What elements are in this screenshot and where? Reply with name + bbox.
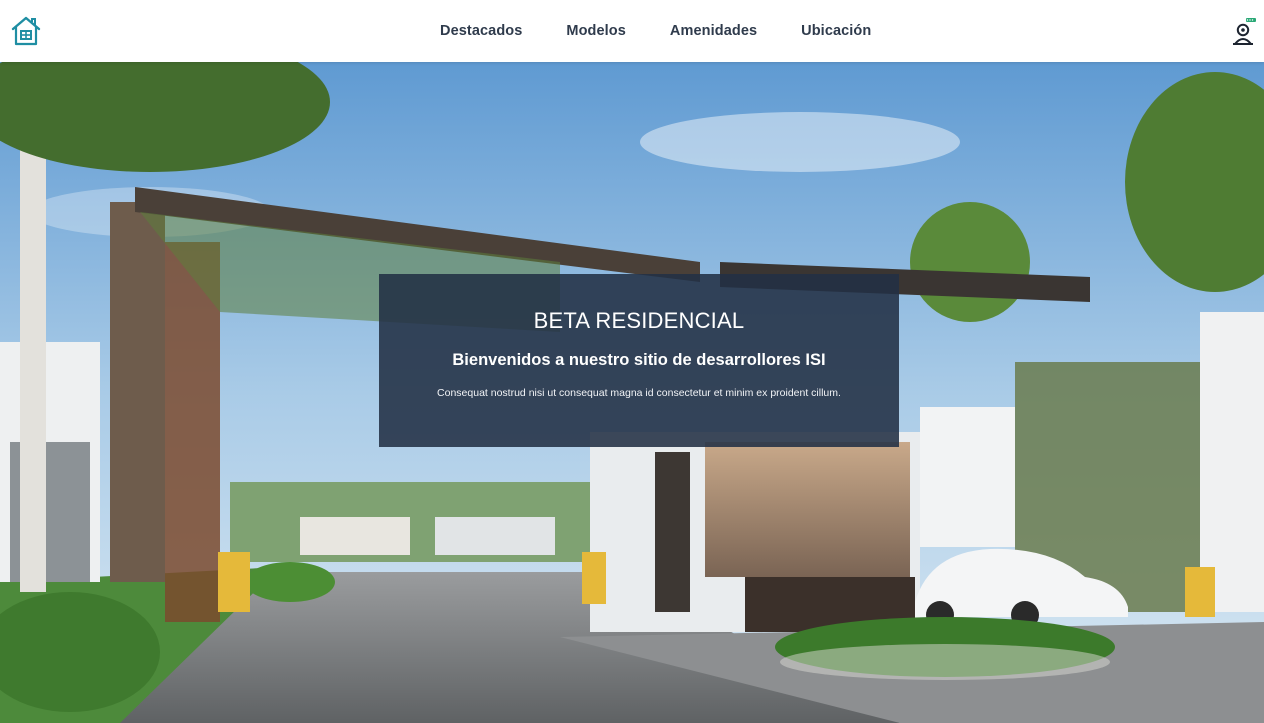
navbar: Destacados Modelos Amenidades Ubicación — [0, 0, 1264, 62]
hero-title: BETA RESIDENCIAL — [533, 308, 745, 333]
hero-section: BETA RESIDENCIAL Bienvenidos a nuestro s… — [0, 62, 1264, 723]
nav-link-ubicacion[interactable]: Ubicación — [801, 23, 871, 39]
hero-description: Consequat nostrud nisi ut consequat magn… — [437, 387, 841, 399]
page: Destacados Modelos Amenidades Ubicación — [0, 0, 1264, 723]
user-profile-icon[interactable] — [1232, 18, 1256, 46]
house-logo-icon[interactable] — [10, 15, 42, 47]
main-nav: Destacados Modelos Amenidades Ubicación — [440, 0, 871, 62]
hero-subtitle: Bienvenidos a nuestro sitio de desarroll… — [452, 351, 826, 369]
nav-link-modelos[interactable]: Modelos — [566, 23, 626, 39]
nav-link-amenidades[interactable]: Amenidades — [670, 23, 757, 39]
hero-card: BETA RESIDENCIAL Bienvenidos a nuestro s… — [379, 274, 899, 447]
nav-link-destacados[interactable]: Destacados — [440, 23, 522, 39]
